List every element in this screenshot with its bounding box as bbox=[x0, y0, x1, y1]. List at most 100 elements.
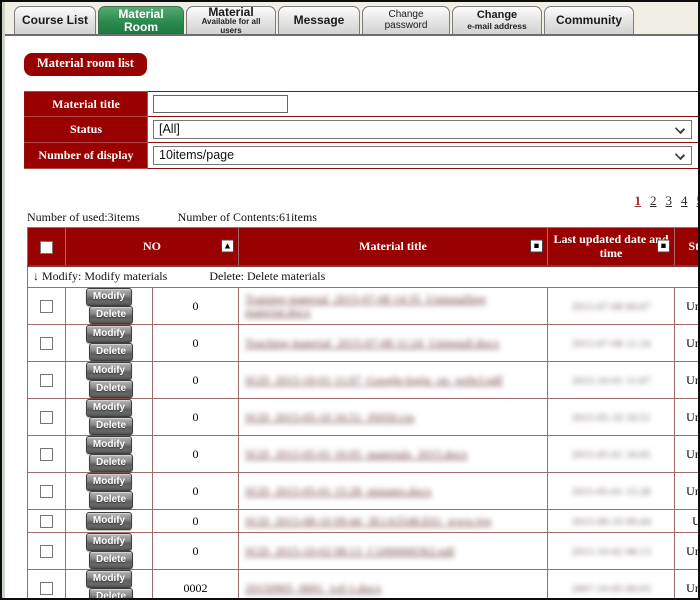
sort-asc-icon[interactable]: ▲ bbox=[221, 240, 234, 253]
header-last-updated: Last updated date and time ■ bbox=[548, 228, 675, 266]
table-row: ModifyDelete 0 SGD_2015-10-02 08:13_C100… bbox=[28, 533, 700, 570]
status-cell: Unused bbox=[675, 570, 700, 600]
delete-button[interactable]: Delete bbox=[89, 588, 133, 600]
row-checkbox[interactable] bbox=[40, 545, 53, 558]
pagination-top: 12345 bbox=[2, 193, 700, 209]
tab-message[interactable]: Message bbox=[278, 6, 360, 34]
page-number-1[interactable]: 1 bbox=[635, 193, 642, 208]
material-title-input[interactable] bbox=[153, 95, 288, 113]
material-title-link[interactable]: 20150905_0691_1of-1.docx bbox=[245, 582, 541, 595]
updated-date: 2015-07-08 11:24 bbox=[572, 338, 651, 350]
material-title-link[interactable]: Training material_2015-07-08 14:35_Unins… bbox=[245, 293, 541, 319]
sort-icon[interactable]: ■ bbox=[657, 240, 670, 253]
row-no: 0 bbox=[153, 510, 239, 533]
material-title-link[interactable]: SGD_2015-05-01 16:05_materials_2015.docx bbox=[245, 448, 541, 461]
status-select-value: [All] bbox=[159, 122, 180, 136]
table-header-row: NO ▲ Material title ■ Last updated date … bbox=[28, 228, 700, 266]
row-checkbox[interactable] bbox=[40, 448, 53, 461]
delete-button[interactable]: Delete bbox=[89, 551, 133, 569]
status-cell: Used bbox=[675, 510, 700, 533]
material-title-link[interactable]: SGD_2015-05-10 16:51_JS050.css bbox=[245, 411, 541, 424]
delete-button[interactable]: Delete bbox=[89, 380, 133, 398]
status-cell: Unused bbox=[675, 288, 700, 325]
tab-material-room[interactable]: Material Room bbox=[98, 6, 184, 34]
modify-button[interactable]: Modify bbox=[86, 325, 132, 343]
header-status: Status bbox=[675, 228, 700, 266]
page-number-3[interactable]: 3 bbox=[666, 193, 673, 208]
updated-date: 2007-10-05 00:03 bbox=[571, 583, 650, 595]
tab-community[interactable]: Community bbox=[544, 6, 634, 34]
material-title-link[interactable]: SGD_2015-05-01 15:28_minutes.docx bbox=[245, 485, 541, 498]
page-number-2[interactable]: 2 bbox=[650, 193, 657, 208]
tab-label: Change password bbox=[369, 10, 443, 31]
display-count-select[interactable]: 10items/page bbox=[153, 146, 692, 165]
header-updated-label: Last updated date and time bbox=[553, 232, 668, 260]
material-title-link[interactable]: SGD_2015-08-10 09:44_3E1A5548.E01_www.jp… bbox=[245, 515, 541, 528]
tab-label: Community bbox=[556, 14, 622, 27]
modify-button[interactable]: Modify bbox=[86, 512, 132, 530]
sort-icon[interactable]: ■ bbox=[530, 240, 543, 253]
row-checkbox[interactable] bbox=[40, 300, 53, 313]
modify-button[interactable]: Modify bbox=[86, 399, 132, 417]
row-checkbox[interactable] bbox=[40, 485, 53, 498]
table-row: ModifyDelete 0 SGD_2015-05-10 16:51_JS05… bbox=[28, 399, 700, 436]
delete-button[interactable]: Delete bbox=[89, 343, 133, 361]
modify-button[interactable]: Modify bbox=[86, 473, 132, 491]
updated-date: 2015-05-01 16:05 bbox=[571, 449, 650, 461]
updated-date: 2015-08-10 09:44 bbox=[571, 516, 650, 528]
row-no: 0 bbox=[153, 362, 239, 399]
row-actions: ModifyDelete bbox=[66, 362, 153, 399]
search-form: Material title Status [All] Number of di… bbox=[24, 91, 700, 169]
row-no: 0 bbox=[153, 288, 239, 325]
tab-change-password[interactable]: Change password bbox=[362, 6, 450, 34]
used-count: Number of used:3items bbox=[27, 210, 140, 224]
chevron-down-icon bbox=[675, 150, 685, 160]
page: Course List Material Room MaterialAvaila… bbox=[0, 0, 700, 600]
modify-button[interactable]: Modify bbox=[86, 436, 132, 454]
material-list-table: NO ▲ Material title ■ Last updated date … bbox=[27, 227, 700, 600]
delete-button[interactable]: Delete bbox=[89, 454, 133, 472]
tab-bar: Course List Material Room MaterialAvaila… bbox=[2, 2, 698, 36]
status-cell: Unused bbox=[675, 533, 700, 570]
delete-button[interactable]: Delete bbox=[89, 491, 133, 509]
status-cell: Unused bbox=[675, 399, 700, 436]
status-select[interactable]: [All] bbox=[153, 120, 692, 139]
modify-button[interactable]: Modify bbox=[86, 570, 132, 588]
row-checkbox[interactable] bbox=[40, 515, 53, 528]
page-number-5[interactable]: 5 bbox=[697, 193, 700, 208]
updated-date: 2015-10-02 08:13 bbox=[571, 546, 650, 558]
material-title-link[interactable]: Teaching material_2015-07-08 11:24_Unins… bbox=[245, 337, 541, 350]
tab-label: Message bbox=[294, 14, 345, 27]
modify-button[interactable]: Modify bbox=[86, 362, 132, 380]
header-title-label: Material title bbox=[359, 239, 427, 253]
row-checkbox[interactable] bbox=[40, 374, 53, 387]
tab-course-list[interactable]: Course List bbox=[14, 6, 96, 34]
row-checkbox[interactable] bbox=[40, 411, 53, 424]
delete-button[interactable]: Delete bbox=[89, 417, 133, 435]
status-cell: Unused bbox=[675, 362, 700, 399]
tab-material[interactable]: MaterialAvailable for all users bbox=[186, 6, 276, 34]
status-cell: Unused bbox=[675, 325, 700, 362]
row-checkbox[interactable] bbox=[40, 582, 53, 595]
select-all-checkbox[interactable] bbox=[40, 241, 53, 254]
header-no: NO ▲ bbox=[66, 228, 239, 266]
header-no-label: NO bbox=[143, 239, 161, 253]
row-actions: ModifyDelete bbox=[66, 570, 153, 600]
status-cell: Unused bbox=[675, 436, 700, 473]
table-row: ModifyDelete 0002 20150905_0691_1of-1.do… bbox=[28, 570, 700, 600]
page-number-4[interactable]: 4 bbox=[681, 193, 688, 208]
material-title-link[interactable]: SGD_2015-10-01 11:07_Google-login_on_web… bbox=[245, 374, 541, 387]
modify-button[interactable]: Modify bbox=[86, 533, 132, 551]
material-title-link[interactable]: SGD_2015-10-02 08:13_C1000000362.pdf bbox=[245, 545, 541, 558]
delete-button[interactable]: Delete bbox=[89, 306, 133, 324]
updated-date: 2015-05-10 16:51 bbox=[571, 412, 650, 424]
tab-change-email[interactable]: Changee-mail address bbox=[452, 6, 542, 34]
row-checkbox[interactable] bbox=[40, 337, 53, 350]
row-actions: ModifyDelete bbox=[66, 533, 153, 570]
row-no: 0 bbox=[153, 325, 239, 362]
display-count-label: Number of display bbox=[25, 143, 148, 169]
modify-legend: ↓ Modify: Modify materials bbox=[33, 269, 167, 283]
updated-date: 2015-05-01 15:28 bbox=[571, 486, 650, 498]
header-checkbox-cell bbox=[28, 228, 66, 266]
modify-button[interactable]: Modify bbox=[86, 288, 132, 306]
